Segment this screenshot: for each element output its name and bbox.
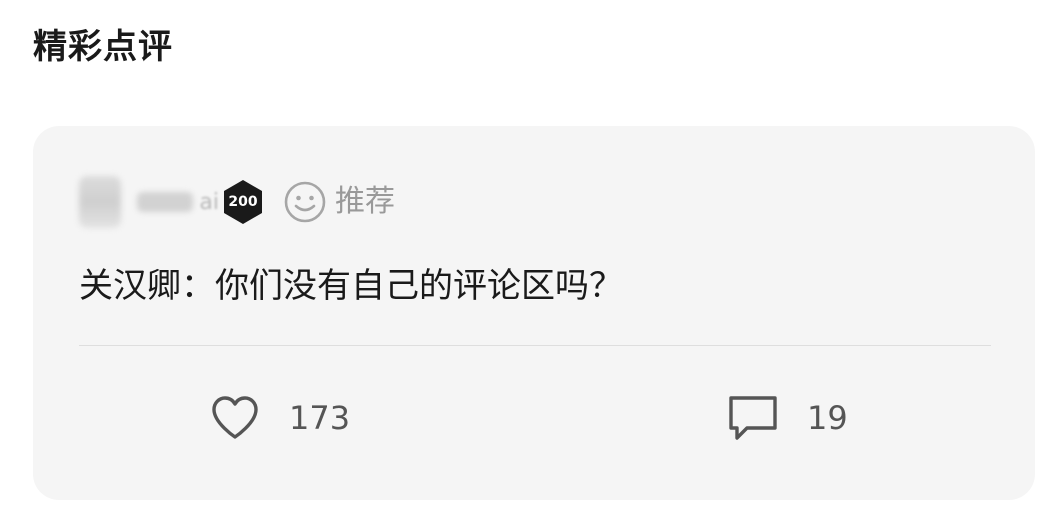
- reply-count: 19: [807, 399, 848, 437]
- like-count: 173: [289, 399, 351, 437]
- like-button[interactable]: 173: [207, 390, 350, 446]
- recommend-tag: 推荐: [335, 184, 395, 219]
- blurred-avatar: [79, 176, 121, 228]
- smile-icon: [283, 180, 327, 224]
- username-tail: ai: [199, 189, 219, 215]
- level-value: 200: [228, 194, 258, 210]
- comment-bubble-icon: [725, 390, 781, 446]
- comment-card[interactable]: ai 200 推荐 关汉卿：你们没有自己的评论区吗？ 173 19: [33, 126, 1035, 500]
- comment-body: 关汉卿：你们没有自己的评论区吗？: [79, 266, 623, 306]
- divider: [79, 345, 991, 346]
- section-title: 精彩点评: [33, 27, 173, 67]
- reply-button[interactable]: 19: [725, 390, 848, 446]
- username[interactable]: ai: [79, 174, 219, 230]
- comment-header: ai 200 推荐: [79, 174, 395, 230]
- blurred-username: [136, 192, 194, 212]
- level-badge: 200: [221, 179, 265, 225]
- page: 精彩点评 ai 200 推荐 关汉卿：你们没有自己的评论区吗？ 173 19: [0, 0, 1047, 512]
- heart-icon: [207, 390, 263, 446]
